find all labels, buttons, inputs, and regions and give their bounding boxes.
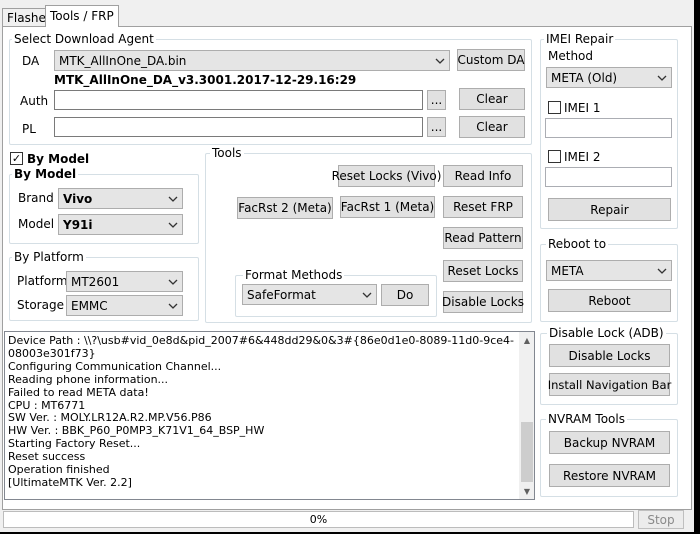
chevron-down-icon (431, 51, 449, 70)
tools-title: Tools (210, 146, 244, 160)
format-method-value: SafeFormat (247, 287, 316, 302)
da-value: MTK_AllInOne_DA.bin (59, 53, 187, 68)
imei2-input[interactable] (545, 167, 672, 187)
model-value: Y91i (63, 217, 93, 232)
storage-label: Storage (17, 298, 64, 312)
scroll-down-icon[interactable]: ▼ (519, 483, 534, 499)
reboot-mode-select[interactable]: META (546, 260, 672, 281)
imei1-checkbox[interactable] (548, 101, 561, 114)
platform-label: Platform (17, 274, 68, 288)
storage-value: EMMC (71, 298, 108, 313)
by-model-title: By Model (12, 167, 79, 181)
log-output[interactable]: Device Path : \\?\usb#vid_0e8d&pid_2007#… (4, 331, 535, 500)
facrst2-meta-button[interactable]: FacRst 2 (Meta) (237, 197, 333, 219)
restore-nvram-button[interactable]: Restore NVRAM (549, 464, 670, 487)
tab-tools-frp[interactable]: Tools / FRP (45, 5, 119, 27)
read-info-button[interactable]: Read Info (443, 165, 523, 187)
log-scrollbar[interactable]: ▲ ▼ (519, 332, 534, 499)
chevron-down-icon (653, 68, 671, 87)
tab-tools-frp-label: Tools / FRP (50, 9, 114, 23)
reboot-title: Reboot to (546, 237, 609, 251)
log-line: [UltimateMTK Ver. 2.2] (8, 475, 132, 489)
imei1-label: IMEI 1 (564, 101, 601, 115)
chevron-down-icon (164, 215, 182, 234)
facrst1-meta-button[interactable]: FacRst 1 (Meta) (340, 196, 435, 218)
pl-input[interactable] (54, 117, 423, 137)
chevron-down-icon (164, 296, 182, 315)
disable-lock-adb-title: Disable Lock (ADB) (547, 326, 666, 340)
progress-text: 0% (309, 513, 328, 526)
imei-repair-title: IMEI Repair (544, 32, 616, 46)
progress-bar: 0% (3, 511, 634, 528)
auth-label: Auth (20, 94, 49, 108)
app-window: Flasher Tools / FRP Select Download Agen… (0, 0, 694, 532)
custom-da-button[interactable]: Custom DA (457, 49, 525, 71)
imei-method-value: META (Old) (551, 70, 618, 85)
log-line: 08003e301f73} (8, 346, 96, 360)
format-methods-title: Format Methods (243, 268, 345, 282)
log-line: Starting Factory Reset... (8, 437, 141, 451)
by-model-checkbox-label[interactable]: By Model (27, 152, 89, 166)
by-platform-title: By Platform (12, 250, 86, 264)
nvram-tools-title: NVRAM Tools (546, 412, 627, 426)
imei-method-select[interactable]: META (Old) (546, 67, 672, 88)
format-method-select[interactable]: SafeFormat (242, 284, 377, 305)
chevron-down-icon (358, 285, 376, 304)
auth-clear-button[interactable]: Clear (459, 88, 525, 110)
model-select[interactable]: Y91i (58, 214, 183, 235)
read-pattern-button[interactable]: Read Pattern (443, 227, 523, 249)
platform-select[interactable]: MT2601 (66, 271, 183, 292)
reboot-mode-value: META (551, 263, 584, 278)
pl-clear-button[interactable]: Clear (459, 116, 525, 138)
auth-input[interactable] (54, 90, 423, 110)
imei1-input[interactable] (545, 118, 672, 138)
pl-browse-button[interactable]: ... (427, 117, 446, 137)
da-label: DA (22, 54, 40, 68)
reset-frp-button[interactable]: Reset FRP (443, 196, 523, 218)
chevron-down-icon (164, 189, 182, 208)
chevron-down-icon (164, 272, 182, 291)
stop-button[interactable]: Stop (638, 510, 684, 529)
auth-browse-button[interactable]: ... (427, 90, 446, 110)
tab-strip: Flasher Tools / FRP (0, 0, 694, 28)
log-line: Device Path : \\?\usb#vid_0e8d&pid_2007#… (8, 334, 515, 347)
brand-select[interactable]: Vivo (58, 188, 183, 209)
log-line: Reading phone information... (8, 372, 169, 386)
model-label: Model (18, 217, 55, 231)
repair-button[interactable]: Repair (548, 198, 671, 221)
storage-select[interactable]: EMMC (66, 295, 183, 316)
imei2-label: IMEI 2 (564, 150, 601, 164)
reset-locks-button[interactable]: Reset Locks (443, 260, 523, 282)
install-navigation-bar-button[interactable]: Install Navigation Bar (548, 373, 671, 396)
scroll-up-icon[interactable]: ▲ (519, 332, 534, 348)
brand-label: Brand (18, 191, 54, 205)
da-version-label: MTK_AllInOne_DA_v3.3001.2017-12-29.16:29 (54, 73, 357, 87)
imei2-checkbox[interactable] (548, 150, 561, 163)
scroll-thumb[interactable] (521, 422, 533, 482)
reset-locks-vivo-button[interactable]: Reset Locks (Vivo) (332, 165, 441, 187)
brand-value: Vivo (63, 191, 93, 206)
download-agent-title: Select Download Agent (12, 32, 156, 46)
method-label: Method (548, 49, 594, 63)
reboot-button[interactable]: Reboot (548, 289, 671, 312)
chevron-down-icon (653, 261, 671, 280)
log-line: Configuring Communication Channel... (8, 359, 222, 373)
by-model-checkbox[interactable]: ✓ (10, 152, 23, 165)
log-line: Failed to read META data! (8, 385, 149, 399)
da-select[interactable]: MTK_AllInOne_DA.bin (54, 50, 450, 71)
backup-nvram-button[interactable]: Backup NVRAM (549, 431, 670, 454)
adb-disable-locks-button[interactable]: Disable Locks (549, 344, 670, 367)
checkmark-icon: ✓ (11, 152, 22, 165)
platform-value: MT2601 (71, 274, 120, 289)
do-button[interactable]: Do (381, 284, 429, 306)
log-lines: Device Path : \\?\usb#vid_0e8d&pid_2007#… (5, 332, 534, 490)
pl-label: PL (22, 122, 36, 136)
disable-locks-button[interactable]: Disable Locks (442, 291, 524, 313)
